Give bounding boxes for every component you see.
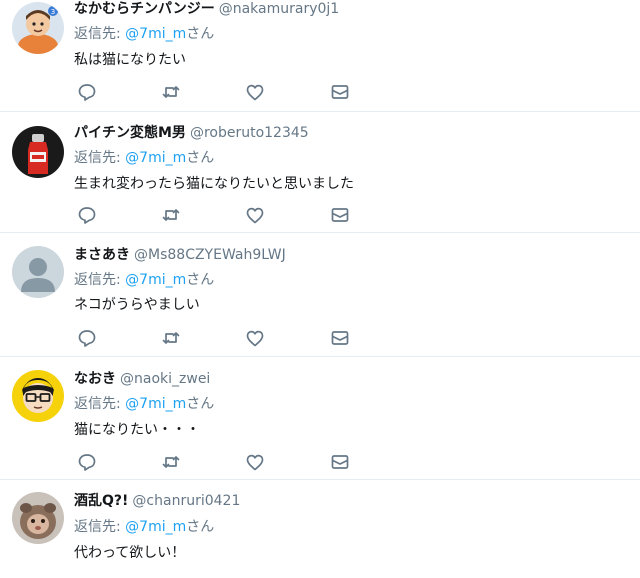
reply-mention-link[interactable]: @7mi_m <box>125 26 186 42</box>
avatar[interactable] <box>12 246 64 298</box>
reply-button[interactable] <box>76 327 98 349</box>
direct-message-icon <box>331 331 349 345</box>
glasses-face-avatar-icon <box>12 370 64 422</box>
display-name[interactable]: パイチン変態M男 <box>74 125 186 141</box>
cartoon-character-avatar-icon: 3 <box>12 2 64 54</box>
tweet-actions <box>74 451 374 473</box>
reply-mention-link[interactable]: @7mi_m <box>125 272 186 288</box>
direct-message-icon <box>331 455 349 469</box>
direct-message-button[interactable] <box>329 81 351 103</box>
reply-suffix: さん <box>186 272 215 288</box>
photo-avatar-icon <box>12 492 64 544</box>
reply-mention-link[interactable]: @7mi_m <box>125 150 186 166</box>
reply-suffix: さん <box>186 26 215 42</box>
like-button[interactable] <box>244 204 266 226</box>
red-bottle-avatar-icon <box>12 126 64 178</box>
reply-icon <box>78 330 96 347</box>
tweet-header: なかむらチンパンジー @nakamurary0j1 <box>74 0 339 18</box>
retweet-button[interactable] <box>160 81 182 103</box>
retweet-button[interactable] <box>160 204 182 226</box>
reply-prefix: 返信先: <box>74 150 126 166</box>
tweet-actions <box>74 204 374 226</box>
tweet-text: 生まれ変わったら猫になりたいと思いました <box>74 176 354 192</box>
reply-context: 返信先: @7mi_mさん <box>74 518 214 536</box>
reply-mention-link[interactable]: @7mi_m <box>125 519 186 535</box>
avatar[interactable]: 3 <box>12 2 64 54</box>
tweet-item[interactable]: 3 なかむらチンパンジー @nakamurary0j1 返信先: @7mi_mさん… <box>0 0 640 112</box>
display-name[interactable]: 酒乱Q?! <box>74 493 128 509</box>
user-handle[interactable]: @chanruri0421 <box>132 493 240 509</box>
retweet-icon <box>162 86 180 98</box>
retweet-icon <box>162 332 180 344</box>
display-name[interactable]: なおき <box>74 371 116 387</box>
tweet-actions <box>74 81 374 103</box>
avatar[interactable] <box>12 492 64 544</box>
tweet-text: 猫になりたい・・・ <box>74 422 200 438</box>
retweet-button[interactable] <box>160 451 182 473</box>
retweet-button[interactable] <box>160 327 182 349</box>
avatar[interactable] <box>12 126 64 178</box>
tweet-item[interactable]: まさあき @Ms88CZYEWah9LWJ 返信先: @7mi_mさん ネコがうら… <box>0 233 640 357</box>
tweet-text: 私は猫になりたい <box>74 52 186 68</box>
tweet-item[interactable]: なおき @naoki_zwei 返信先: @7mi_mさん 猫になりたい・・・ <box>0 357 640 480</box>
retweet-icon <box>162 209 180 221</box>
direct-message-icon <box>331 208 349 222</box>
like-icon <box>246 330 264 347</box>
tweet-header: なおき @naoki_zwei <box>74 370 210 388</box>
tweet-header: パイチン変態M男 @roberuto12345 <box>74 124 309 142</box>
tweet-item[interactable]: パイチン変態M男 @roberuto12345 返信先: @7mi_mさん 生まれ… <box>0 112 640 233</box>
reply-icon <box>78 84 96 101</box>
reply-suffix: さん <box>186 396 215 412</box>
user-handle[interactable]: @Ms88CZYEWah9LWJ <box>134 247 286 263</box>
reply-mention-link[interactable]: @7mi_m <box>125 396 186 412</box>
retweet-icon <box>162 456 180 468</box>
avatar[interactable] <box>12 370 64 422</box>
user-handle[interactable]: @nakamurary0j1 <box>219 1 339 17</box>
tweet-text: ネコがうらやましい <box>74 297 200 313</box>
reply-prefix: 返信先: <box>74 396 126 412</box>
reply-button[interactable] <box>76 451 98 473</box>
reply-prefix: 返信先: <box>74 519 126 535</box>
reply-suffix: さん <box>186 519 215 535</box>
tweet-header: 酒乱Q?! @chanruri0421 <box>74 492 240 510</box>
direct-message-icon <box>331 85 349 99</box>
display-name[interactable]: まさあき <box>74 247 130 263</box>
default-person-avatar-icon <box>12 246 64 298</box>
reply-prefix: 返信先: <box>74 272 126 288</box>
tweet-header: まさあき @Ms88CZYEWah9LWJ <box>74 246 286 264</box>
like-icon <box>246 454 264 471</box>
tweet-item[interactable]: 酒乱Q?! @chanruri0421 返信先: @7mi_mさん 代わって欲しい… <box>0 480 640 578</box>
tweet-actions <box>74 327 374 349</box>
reply-context: 返信先: @7mi_mさん <box>74 395 214 413</box>
svg-text:3: 3 <box>51 8 55 16</box>
direct-message-button[interactable] <box>329 451 351 473</box>
reply-context: 返信先: @7mi_mさん <box>74 25 214 43</box>
reply-icon <box>78 454 96 471</box>
reply-suffix: さん <box>186 150 215 166</box>
user-handle[interactable]: @roberuto12345 <box>190 125 309 141</box>
like-icon <box>246 207 264 224</box>
reply-button[interactable] <box>76 81 98 103</box>
reply-prefix: 返信先: <box>74 26 126 42</box>
like-button[interactable] <box>244 81 266 103</box>
like-icon <box>246 84 264 101</box>
direct-message-button[interactable] <box>329 204 351 226</box>
reply-feed: 3 なかむらチンパンジー @nakamurary0j1 返信先: @7mi_mさん… <box>0 0 640 578</box>
like-button[interactable] <box>244 327 266 349</box>
reply-button[interactable] <box>76 204 98 226</box>
like-button[interactable] <box>244 451 266 473</box>
display-name[interactable]: なかむらチンパンジー <box>74 1 215 17</box>
reply-context: 返信先: @7mi_mさん <box>74 271 214 289</box>
reply-icon <box>78 207 96 224</box>
direct-message-button[interactable] <box>329 327 351 349</box>
reply-context: 返信先: @7mi_mさん <box>74 149 214 167</box>
tweet-text: 代わって欲しい！ <box>74 545 186 561</box>
user-handle[interactable]: @naoki_zwei <box>120 371 210 387</box>
